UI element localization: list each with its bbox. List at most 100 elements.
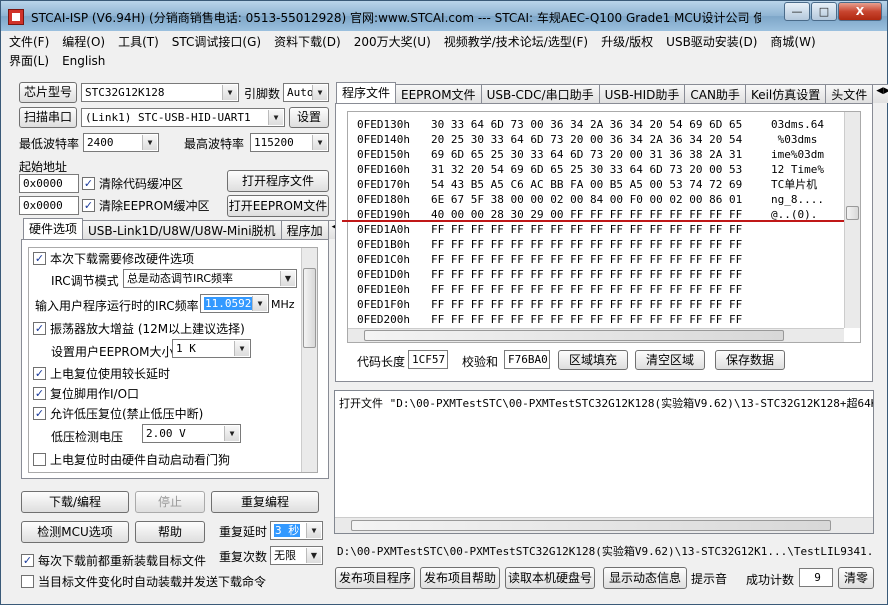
hex-row[interactable]: 0FED1F0h FF FF FF FF FF FF FF FF FF FF FF… bbox=[353, 297, 845, 312]
min-baud-label: 最低波特率 bbox=[19, 137, 80, 151]
app-window: STCAI-ISP (V6.94H) (分销商销售电话: 0513-550129… bbox=[0, 0, 888, 605]
tab-hardware-options[interactable]: 硬件选项 bbox=[23, 218, 84, 239]
checksum-label: 校验和 bbox=[462, 355, 499, 369]
modify-hw-options-checkbox[interactable]: ✓ 本次下载需要修改硬件选项 bbox=[33, 250, 194, 267]
hex-row[interactable]: 0FED140h 20 25 30 33 64 6D 73 20 00 36 34… bbox=[353, 132, 845, 147]
repeat-program-button[interactable]: 重复编程 bbox=[211, 491, 319, 513]
repeat-delay-select[interactable]: 3 秒 ▼ bbox=[270, 521, 323, 540]
hex-row[interactable]: 0FED1E0h FF FF FF FF FF FF FF FF FF FF FF… bbox=[353, 282, 845, 297]
open-program-file-button[interactable]: 打开程序文件 bbox=[227, 170, 329, 192]
success-count-value: 9 bbox=[799, 568, 833, 587]
publish-project-program-button[interactable]: 发布项目程序 bbox=[335, 567, 415, 589]
low-voltage-reset-checkbox[interactable]: ✓ 允许低压复位(禁止低压中断) bbox=[33, 405, 203, 422]
log-horizontal-scrollbar[interactable] bbox=[335, 517, 873, 533]
help-button[interactable]: 帮助 bbox=[135, 521, 205, 543]
fill-region-button[interactable]: 区域填充 bbox=[558, 350, 628, 370]
hex-bytes: 69 6D 65 25 30 33 64 6D 73 20 00 31 36 3… bbox=[431, 148, 743, 161]
tab-program-file[interactable]: 程序文件 bbox=[336, 82, 397, 103]
log-output[interactable]: 打开文件 "D:\00-PXMTestSTC\00-PXMTestSTC32G1… bbox=[334, 390, 874, 534]
lvd-voltage-select[interactable]: 2.00 V ▼ bbox=[142, 424, 241, 443]
hex-vertical-scrollbar[interactable] bbox=[844, 112, 860, 328]
repeat-count-select[interactable]: 无限 ▼ bbox=[270, 546, 323, 565]
chip-model-select[interactable]: STC32G12K128 ▼ bbox=[81, 83, 239, 102]
eeprom-start-address-input[interactable]: 0x0000 bbox=[19, 196, 79, 215]
save-data-button[interactable]: 保存数据 bbox=[715, 350, 785, 370]
hex-bytes: 30 33 64 6D 73 00 36 34 2A 36 34 20 54 6… bbox=[431, 118, 743, 131]
tab-eeprom-file[interactable]: EEPROM文件 bbox=[395, 84, 482, 103]
menu-video[interactable]: 视频教学/技术论坛/选型(F) bbox=[444, 33, 588, 52]
reload-before-download-checkbox[interactable]: ✓ 每次下载前都重新装载目标文件 bbox=[21, 552, 206, 569]
tab-program-encrypt[interactable]: 程序加 bbox=[280, 220, 329, 239]
irc-mode-select[interactable]: 总是动态调节IRC频率 ▼ bbox=[123, 269, 297, 288]
tab-header-file[interactable]: 头文件 bbox=[825, 84, 874, 103]
menu-downloads[interactable]: 资料下载(D) bbox=[274, 33, 341, 52]
hex-addr: 0FED170h bbox=[357, 178, 410, 191]
tab-usb-hid-assistant[interactable]: USB-HID助手 bbox=[598, 84, 686, 103]
tab-usb-cdc-assistant[interactable]: USB-CDC/串口助手 bbox=[480, 84, 600, 103]
menu-prize[interactable]: 200万大奖(U) bbox=[354, 33, 431, 52]
hex-row[interactable]: 0FED150h 69 6D 65 25 30 33 64 6D 73 20 00… bbox=[353, 147, 845, 162]
code-start-address-input[interactable]: 0x0000 bbox=[19, 174, 79, 193]
reset-pin-io-checkbox[interactable]: ✓ 复位脚用作I/O口 bbox=[33, 385, 139, 402]
close-button[interactable]: X bbox=[838, 2, 882, 21]
hex-row[interactable]: 0FED200h FF FF FF FF FF FF FF FF FF FF FF… bbox=[353, 312, 845, 327]
scrollbar-thumb[interactable] bbox=[364, 330, 784, 341]
stop-button[interactable]: 停止 bbox=[135, 491, 205, 513]
scrollbar-thumb[interactable] bbox=[846, 206, 859, 220]
clear-code-buffer-checkbox[interactable]: ✓ 清除代码缓冲区 bbox=[82, 175, 183, 192]
download-program-button[interactable]: 下载/编程 bbox=[21, 491, 129, 513]
hex-row[interactable]: 0FED1C0h FF FF FF FF FF FF FF FF FF FF FF… bbox=[353, 252, 845, 267]
eeprom-size-select[interactable]: 1 K ▼ bbox=[172, 339, 251, 358]
irc-freq-select[interactable]: 11.0592 ▼ bbox=[200, 294, 269, 313]
auto-send-on-change-checkbox[interactable]: 当目标文件变化时自动装载并发送下载命令 bbox=[21, 573, 266, 590]
hex-row[interactable]: 0FED1D0h FF FF FF FF FF FF FF FF FF FF FF… bbox=[353, 267, 845, 282]
hex-row[interactable]: 0FED1A0h FF FF FF FF FF FF FF FF FF FF FF… bbox=[353, 222, 845, 237]
beep-sound-checkbox[interactable]: 提示音 bbox=[691, 570, 727, 587]
clear-region-button[interactable]: 清空区域 bbox=[635, 350, 705, 370]
scan-port-button[interactable]: 扫描串口 bbox=[19, 107, 77, 128]
tab-usb-link-offline[interactable]: USB-Link1D/U8W/U8W-Mini脱机 bbox=[82, 220, 282, 239]
serial-port-select[interactable]: (Link1) STC-USB-HID-UART1 ▼ bbox=[81, 108, 285, 127]
tab-can-assistant[interactable]: CAN助手 bbox=[684, 84, 746, 103]
port-settings-button[interactable]: 设置 bbox=[289, 107, 329, 128]
hex-row[interactable]: 0FED160h 31 32 20 54 69 6D 65 25 30 33 64… bbox=[353, 162, 845, 177]
chip-model-button[interactable]: 芯片型号 bbox=[19, 82, 77, 103]
hex-row[interactable]: 0FED130h 30 33 64 6D 73 00 36 34 2A 36 34… bbox=[353, 117, 845, 132]
publish-project-help-button[interactable]: 发布项目帮助 bbox=[420, 567, 500, 589]
osc-gain-checkbox[interactable]: ✓ 振荡器放大增益 (12M以上建议选择) bbox=[33, 320, 245, 337]
detect-mcu-options-button[interactable]: 检测MCU选项 bbox=[21, 521, 129, 543]
menu-debug[interactable]: STC调试接口(G) bbox=[172, 33, 261, 52]
pin-count-select[interactable]: Auto ▼ bbox=[283, 83, 329, 102]
menu-usb-driver[interactable]: USB驱动安装(D) bbox=[666, 33, 757, 52]
scrollbar-thumb[interactable] bbox=[303, 268, 316, 348]
hex-row[interactable]: 0FED180h 6E 67 5F 38 00 00 02 00 84 00 F0… bbox=[353, 192, 845, 207]
hex-row[interactable]: 0FED170h 54 43 B5 A5 C6 AC BB FA 00 B5 A5… bbox=[353, 177, 845, 192]
menu-english[interactable]: English bbox=[62, 52, 105, 71]
min-baud-select[interactable]: 2400 ▼ bbox=[83, 133, 159, 152]
max-baud-select[interactable]: 115200 ▼ bbox=[250, 133, 329, 152]
clear-count-button[interactable]: 清零 bbox=[838, 567, 874, 589]
pin-count-label: 引脚数 bbox=[244, 87, 281, 101]
tab-keil-emulation[interactable]: Keil仿真设置 bbox=[744, 84, 827, 103]
menu-upgrade[interactable]: 升级/版权 bbox=[601, 33, 653, 52]
clear-eeprom-buffer-checkbox[interactable]: ✓ 清除EEPROM缓冲区 bbox=[82, 197, 210, 214]
hex-dump[interactable]: 0FED130h 30 33 64 6D 73 00 36 34 2A 36 34… bbox=[353, 117, 845, 329]
menu-shop[interactable]: 商城(W) bbox=[770, 33, 815, 52]
menu-interface[interactable]: 界面(L) bbox=[9, 52, 49, 71]
open-eeprom-file-button[interactable]: 打开EEPROM文件 bbox=[227, 195, 329, 217]
hardware-options-scrollbar[interactable] bbox=[301, 248, 317, 472]
read-disk-id-button[interactable]: 读取本机硬盘号 bbox=[505, 567, 595, 589]
menu-tools[interactable]: 工具(T) bbox=[118, 33, 159, 52]
show-dynamic-info-button[interactable]: 显示动态信息 bbox=[603, 567, 687, 589]
auto-watchdog-checkbox[interactable]: 上电复位时由硬件自动启动看门狗 bbox=[33, 451, 230, 468]
menu-program[interactable]: 编程(O) bbox=[62, 33, 105, 52]
menu-file[interactable]: 文件(F) bbox=[9, 33, 49, 52]
long-reset-delay-checkbox[interactable]: ✓ 上电复位使用较长延时 bbox=[33, 365, 170, 382]
hex-row[interactable]: 0FED1B0h FF FF FF FF FF FF FF FF FF FF FF… bbox=[353, 237, 845, 252]
tab-scroll-arrows[interactable]: ◀▶ bbox=[872, 84, 888, 103]
minimize-button[interactable]: — bbox=[784, 2, 810, 21]
hex-addr: 0FED150h bbox=[357, 148, 410, 161]
scrollbar-thumb[interactable] bbox=[351, 520, 831, 531]
hex-horizontal-scrollbar[interactable] bbox=[348, 328, 844, 342]
maximize-button[interactable]: □ bbox=[811, 2, 837, 21]
